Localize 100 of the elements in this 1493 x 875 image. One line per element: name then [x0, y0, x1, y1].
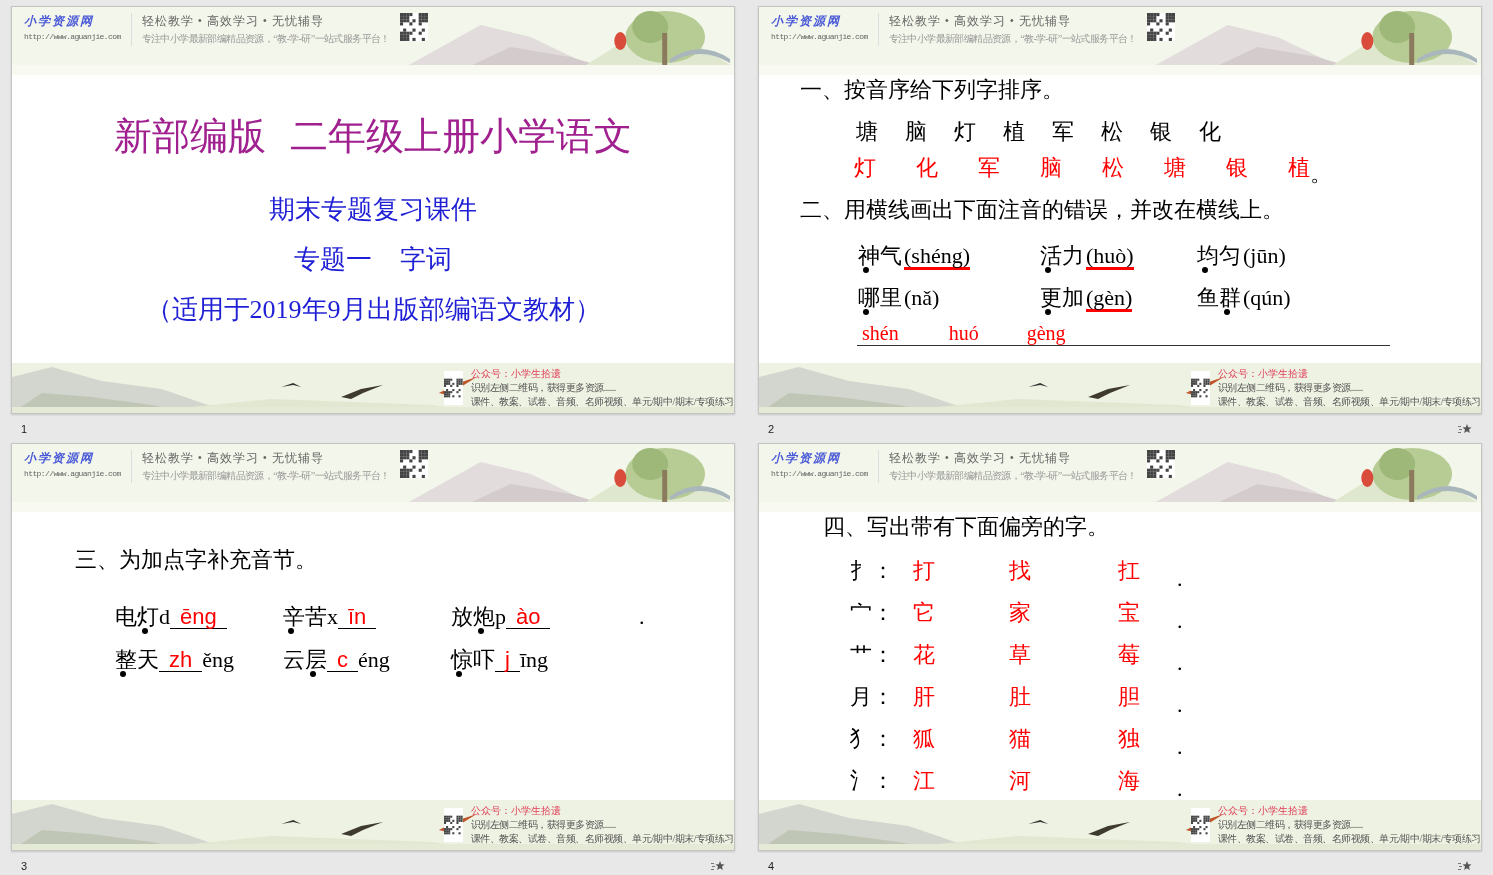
character: 松: [1101, 118, 1123, 146]
word: 云层: [283, 645, 327, 675]
answer-character: 灯: [854, 154, 876, 182]
answer-character: 猫: [1009, 725, 1031, 753]
fill-in-line: ēng: [170, 606, 227, 629]
final: īng: [519, 646, 548, 674]
word: 整天: [115, 645, 159, 675]
radical: 扌：: [850, 557, 895, 585]
pinyin: (shéng): [904, 245, 970, 270]
character: 脑: [905, 118, 927, 146]
word: 辛苦: [283, 602, 327, 632]
site-url: http://www.aguanjie.com: [771, 32, 868, 41]
answer-character: 河: [1009, 767, 1031, 795]
final: éng: [358, 646, 390, 674]
fill-in-line: c: [327, 649, 358, 672]
qr-code-icon: [1146, 450, 1175, 478]
slide-title: 二年级上册小学语文: [290, 114, 632, 159]
site-logo: 小学资源网: [24, 13, 95, 30]
footer-text: 识别左侧二维码，获得更多资源......: [470, 818, 617, 832]
slide-thumbnail[interactable]: [11, 443, 735, 851]
answer-character: 打: [913, 557, 935, 585]
initial: d: [159, 603, 170, 631]
answer-character: 肚: [1009, 683, 1031, 711]
answer-character: 军: [978, 154, 1000, 182]
slide-thumbnail[interactable]: [758, 6, 1482, 414]
site-logo: 小学资源网: [24, 450, 95, 467]
pinyin: (huò): [1086, 245, 1134, 270]
character: 化: [1199, 118, 1221, 146]
transition-icon[interactable]: [711, 859, 725, 872]
site-logo: 小学资源网: [771, 450, 842, 467]
answer-character: 海: [1118, 767, 1140, 795]
word: 活力: [1040, 241, 1084, 271]
radical: 氵：: [850, 767, 895, 795]
slogan: 轻松教学 • 高效学习 • 无忧辅导: [141, 450, 326, 467]
answer-character: 莓: [1118, 641, 1140, 669]
radical: 艹：: [850, 641, 895, 669]
fill-in-line: īn: [338, 606, 377, 629]
answer-character: 化: [916, 154, 938, 182]
transition-icon[interactable]: [1458, 422, 1472, 435]
topic-label: 专题一: [294, 245, 372, 275]
site-url: http://www.aguanjie.com: [771, 469, 868, 478]
full-stop: .: [639, 603, 645, 631]
radical: 犭：: [850, 725, 895, 753]
answer-character: 扛: [1118, 557, 1140, 585]
full-stop: .: [1177, 692, 1183, 718]
answer-character: 江: [913, 767, 935, 795]
footer-text: 识别左侧二维码，获得更多资源......: [470, 381, 617, 395]
word: 更加: [1040, 283, 1084, 313]
qr-code-icon: [1146, 13, 1175, 41]
slide-number: 3: [21, 859, 28, 872]
slide-number: 2: [768, 422, 775, 435]
topic-label: 字词: [400, 245, 452, 275]
question-heading: 二、用横线画出下面注音的错误，并改在横线上。: [799, 196, 1285, 224]
character: 灯: [954, 118, 976, 146]
qr-code-icon: [399, 450, 428, 478]
answer-character: 宝: [1118, 599, 1140, 627]
answer-character: 肝: [913, 683, 935, 711]
character: 塘: [856, 118, 878, 146]
account-name: 公众号：小学生拾遗: [470, 804, 562, 818]
subtitle: 期末专题复习课件: [268, 195, 478, 225]
slide-thumbnail[interactable]: [758, 443, 1482, 851]
slogan: 轻松教学 • 高效学习 • 无忧辅导: [888, 450, 1073, 467]
slide-title: 新部编版: [114, 114, 266, 159]
word: 哪里: [858, 283, 902, 313]
full-stop: .: [1177, 566, 1183, 592]
character: 银: [1150, 118, 1172, 146]
full-stop: .: [1177, 734, 1183, 760]
pinyin: (jūn): [1243, 242, 1286, 270]
qr-code-icon: [444, 371, 463, 405]
initial: p: [495, 603, 506, 631]
slide-number: 4: [768, 859, 775, 872]
full-stop: .: [1177, 776, 1183, 802]
initial: x: [327, 603, 338, 631]
character: 植: [1003, 118, 1025, 146]
account-name: 公众号：小学生拾遗: [1217, 804, 1309, 818]
answer-pinyin: gèng: [1026, 321, 1066, 345]
answer-character: 找: [1009, 557, 1031, 585]
question-heading: 四、写出带有下面偏旁的字。: [822, 513, 1110, 541]
slide-number: 1: [21, 422, 28, 435]
fill-in-line: j: [495, 649, 520, 672]
answer-character: 塘: [1164, 154, 1186, 182]
qr-code-icon: [1191, 371, 1210, 405]
radical: 月：: [850, 683, 895, 711]
answer-character: 它: [913, 599, 935, 627]
pinyin: (qún): [1243, 284, 1291, 312]
footer-text: 识别左侧二维码，获得更多资源......: [1217, 818, 1364, 832]
account-name: 公众号：小学生拾遗: [1217, 367, 1309, 381]
word: 电灯: [115, 602, 159, 632]
character: 军: [1052, 118, 1074, 146]
footer-text: 课件、教案、试卷、音频、名师视频、单元/期中/期末/专项练习: [1217, 832, 1481, 846]
radical: 宀：: [850, 599, 895, 627]
full-stop: .: [1177, 608, 1183, 634]
pinyin: (gèn): [1086, 287, 1133, 312]
full-stop: 。: [1310, 165, 1332, 183]
pinyin: (nǎ): [904, 284, 940, 312]
transition-icon[interactable]: [1458, 859, 1472, 872]
word: 鱼群: [1197, 283, 1241, 313]
fill-in-line: ào: [506, 606, 551, 629]
edition-note: （适用于2019年9月出版部编语文教材）: [144, 295, 602, 325]
word: 放炮: [451, 602, 495, 632]
